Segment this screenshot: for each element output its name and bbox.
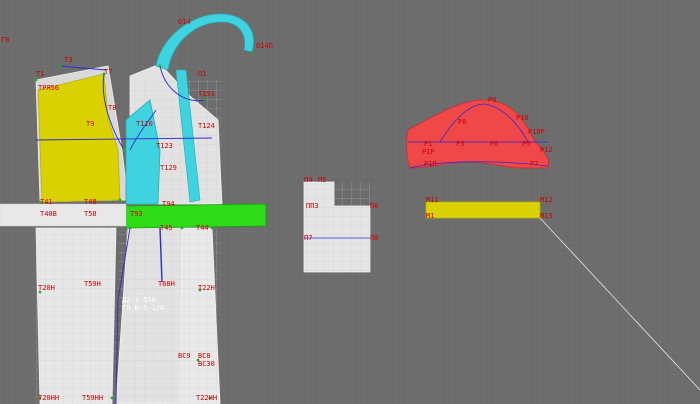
drawing-canvas[interactable]: Г0 Т1 Т3 Т7 ТРЯ56 Т9 Т8 Т110 Т123 Т129 Т… bbox=[0, 0, 700, 404]
label-p5: П5 bbox=[318, 176, 326, 184]
origin-label: Г0 bbox=[1, 36, 9, 44]
label-t20n: Т20Н bbox=[38, 284, 55, 292]
label-bc9: ВС9 bbox=[178, 352, 191, 360]
label-p8: П8 bbox=[370, 234, 378, 242]
label-bc30: ВС30 bbox=[198, 360, 215, 368]
label-t22nn: Т22НН bbox=[196, 394, 217, 402]
label-t20nn: Т20НН bbox=[38, 394, 59, 402]
label-t58: Т58 bbox=[84, 210, 97, 218]
label-m1: М1 bbox=[426, 212, 434, 220]
label-pl1: Р1 bbox=[424, 140, 432, 148]
label-t3: Т3 bbox=[64, 56, 72, 64]
label-t68n: Т68Н bbox=[158, 280, 175, 288]
label-pl10: Р10 bbox=[516, 114, 529, 122]
label-t93: Т93 bbox=[130, 210, 143, 218]
label-pl6: Р6 bbox=[490, 140, 498, 148]
label-pl0: Р0 bbox=[488, 96, 496, 104]
label-m11: М11 bbox=[426, 196, 439, 204]
pocket-grid bbox=[304, 182, 370, 272]
label-t59nn: Т59НН bbox=[82, 394, 103, 402]
label-p6: П6 bbox=[370, 202, 378, 210]
cuff-panel[interactable] bbox=[425, 201, 541, 219]
label-o14: О14 bbox=[178, 18, 191, 26]
label-t151: Т151 bbox=[198, 90, 215, 98]
label-t124: Т124 bbox=[198, 122, 215, 130]
side-panel-grid bbox=[118, 228, 218, 404]
body-panel-grid bbox=[36, 228, 116, 404]
label-t40v: Т40В bbox=[40, 210, 57, 218]
label-m13: М13 bbox=[540, 212, 553, 220]
label-pl12: Р12 bbox=[540, 146, 553, 154]
label-t7: Т7 bbox=[104, 68, 112, 76]
label-t59n: Т59Н bbox=[84, 280, 101, 288]
label-pl5: Р5 bbox=[456, 140, 464, 148]
label-t48: Т48 bbox=[84, 198, 97, 206]
label-t41: Т41 bbox=[40, 198, 53, 206]
label-p4: П4 bbox=[304, 176, 312, 184]
label-o14ap: О14П bbox=[256, 42, 273, 50]
label-t9: Т9 bbox=[86, 120, 94, 128]
label-pl8: Р8 bbox=[458, 118, 466, 126]
waist-band[interactable] bbox=[0, 203, 127, 227]
label-annotation-2: ГО-И-5 1/4 bbox=[122, 304, 164, 312]
label-bc8: ВС8 bbox=[198, 352, 211, 360]
label-annotation-1: Д2-1 518 bbox=[122, 296, 156, 304]
label-t129: Т129 bbox=[160, 164, 177, 172]
label-t44: Т44 bbox=[196, 224, 209, 232]
label-pl1p: Р1Р bbox=[422, 148, 435, 156]
label-rr: ТРЯ56 bbox=[38, 84, 59, 92]
label-pp3: ПП3 bbox=[306, 202, 319, 210]
label-t94: Т94 bbox=[162, 200, 175, 208]
label-pl9: Р9 bbox=[522, 140, 530, 148]
label-m12: М12 bbox=[540, 196, 553, 204]
label-t123: Т123 bbox=[156, 142, 173, 150]
label-pl7l: Р1Л bbox=[424, 160, 437, 168]
label-t8: Т8 bbox=[108, 104, 116, 112]
label-pl7: Р7 bbox=[530, 160, 538, 168]
label-p7: П7 bbox=[304, 234, 312, 242]
label-t45: Т45 bbox=[160, 224, 173, 232]
label-pl10p: Р10Р bbox=[528, 128, 545, 136]
label-t1: Т1 bbox=[36, 70, 44, 78]
pocket-piece[interactable]: П4 П5 ПП3 П6 П7 П8 bbox=[303, 176, 378, 273]
label-t22n: Т22Н bbox=[198, 284, 215, 292]
label-o1: О1 bbox=[198, 70, 206, 78]
label-t110: Т110 bbox=[136, 120, 153, 128]
